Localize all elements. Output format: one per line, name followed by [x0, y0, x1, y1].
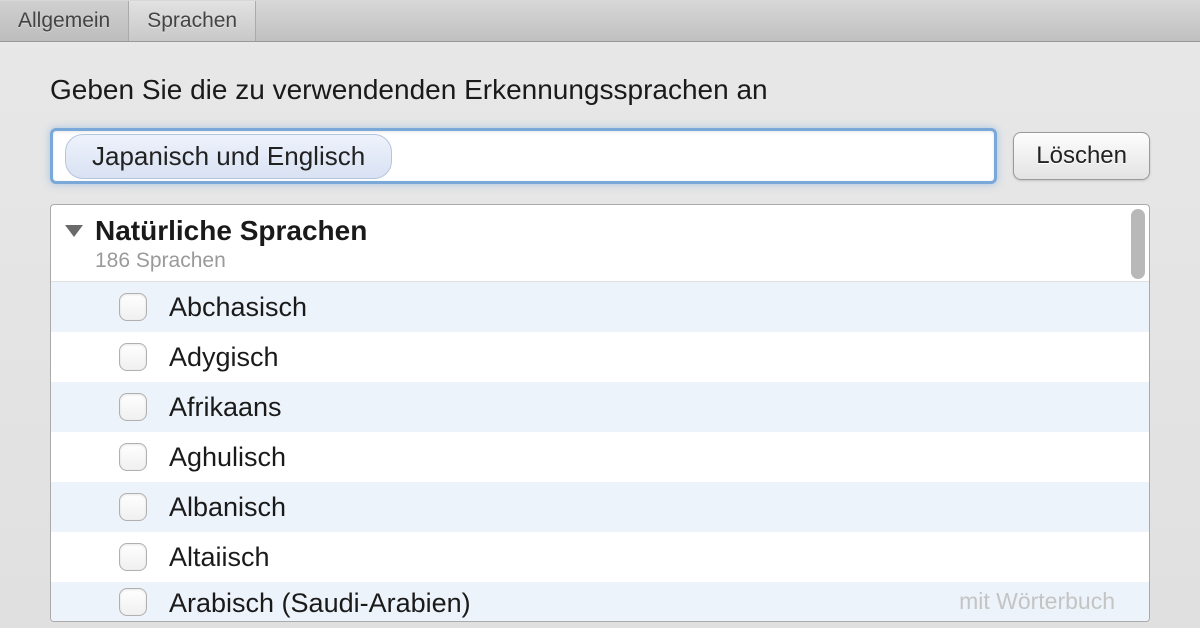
tab-languages[interactable]: Sprachen	[129, 1, 256, 41]
list-item[interactable]: Afrikaans	[51, 382, 1149, 432]
list-item[interactable]: Albanisch	[51, 482, 1149, 532]
search-row: Japanisch und Englisch Löschen	[50, 128, 1150, 184]
language-checkbox[interactable]	[119, 588, 147, 616]
list-item[interactable]: Abchasisch	[51, 282, 1149, 332]
tab-general[interactable]: Allgemein	[0, 1, 129, 41]
language-checkbox[interactable]	[119, 343, 147, 371]
list-item[interactable]: Arabisch (Saudi-Arabien) mit Wörterbuch	[51, 582, 1149, 621]
search-token[interactable]: Japanisch und Englisch	[65, 134, 392, 179]
group-subtitle: 186 Sprachen	[95, 249, 367, 273]
language-checkbox[interactable]	[119, 293, 147, 321]
language-name: Aghulisch	[169, 442, 286, 473]
group-title: Natürliche Sprachen	[95, 215, 367, 247]
language-name: Arabisch (Saudi-Arabien)	[169, 588, 471, 619]
disclosure-triangle-icon[interactable]	[65, 225, 83, 237]
content-area: Geben Sie die zu verwendenden Erkennungs…	[0, 42, 1200, 622]
language-checkbox[interactable]	[119, 493, 147, 521]
list-item[interactable]: Aghulisch	[51, 432, 1149, 482]
language-checkbox[interactable]	[119, 443, 147, 471]
language-hint: mit Wörterbuch	[959, 588, 1135, 615]
group-header[interactable]: Natürliche Sprachen 186 Sprachen	[51, 205, 1149, 282]
language-checkbox[interactable]	[119, 393, 147, 421]
instruction-label: Geben Sie die zu verwendenden Erkennungs…	[50, 74, 1150, 106]
language-name: Afrikaans	[169, 392, 282, 423]
language-search-input[interactable]: Japanisch und Englisch	[50, 128, 997, 184]
language-name: Albanisch	[169, 492, 286, 523]
language-checkbox[interactable]	[119, 543, 147, 571]
scrollbar[interactable]	[1131, 209, 1145, 617]
tab-bar: Allgemein Sprachen	[0, 0, 1200, 42]
language-name: Altaiisch	[169, 542, 270, 573]
list-item[interactable]: Adygisch	[51, 332, 1149, 382]
scrollbar-thumb[interactable]	[1131, 209, 1145, 279]
language-name: Adygisch	[169, 342, 279, 373]
language-name: Abchasisch	[169, 292, 307, 323]
language-list: Natürliche Sprachen 186 Sprachen Abchasi…	[50, 204, 1150, 622]
clear-button[interactable]: Löschen	[1013, 132, 1150, 180]
list-item[interactable]: Altaiisch	[51, 532, 1149, 582]
